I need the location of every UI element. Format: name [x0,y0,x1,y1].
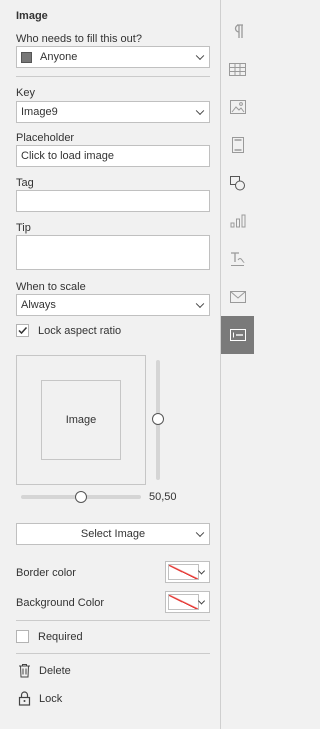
required-label: Required [38,631,83,643]
divider [16,620,210,621]
paragraph-icon [234,24,243,38]
fill-label: Who needs to fill this out? [16,33,142,45]
header-footer-icon [231,137,244,153]
checkmark-icon [18,326,28,335]
image-position-preview: Image [16,355,146,485]
border-color-picker[interactable] [165,561,210,583]
position-readout: 50,50 [149,491,177,503]
key-select-value: Image9 [21,106,58,118]
tip-textarea[interactable] [16,235,210,270]
text-art-settings-tab[interactable] [221,240,254,278]
no-color-swatch [168,564,199,580]
background-color-label: Background Color [16,597,105,609]
divider [16,653,210,654]
paragraph-settings-tab[interactable] [221,12,254,50]
no-color-swatch [168,594,199,610]
panel-title: Image [16,10,48,22]
scale-select[interactable]: Always [16,294,210,316]
lock-icon [18,691,31,706]
lock-button[interactable]: Lock [18,691,62,706]
table-settings-tab[interactable] [221,50,254,88]
placeholder-input[interactable]: Click to load image [16,145,210,167]
shape-settings-tab[interactable] [221,164,254,202]
image-placeholder-label: Image [65,414,97,426]
header-footer-settings-tab[interactable] [221,126,254,164]
trash-icon [19,664,30,678]
placeholder-input-value: Click to load image [21,150,114,162]
chevron-down-icon [195,299,205,309]
image-settings-tab[interactable] [221,88,254,126]
delete-button[interactable]: Delete [18,663,71,678]
key-label: Key [16,87,35,99]
fill-select[interactable]: Anyone [16,46,210,68]
chart-icon [230,214,245,228]
lock-aspect-checkbox[interactable] [16,324,29,337]
chevron-down-icon [195,106,205,116]
key-select[interactable]: Image9 [16,101,210,123]
table-icon [229,62,246,76]
chevron-down-icon [197,597,206,605]
lock-aspect-label: Lock aspect ratio [38,325,122,337]
chevron-down-icon [195,528,205,538]
chevron-down-icon [197,567,206,575]
role-color-swatch [21,51,32,63]
right-toolbar [220,0,254,729]
mail-merge-settings-tab[interactable] [221,278,254,316]
form-settings-tab[interactable] [221,316,254,354]
background-color-picker[interactable] [165,591,210,613]
placeholder-label: Placeholder [16,132,75,144]
scale-label: When to scale [16,281,86,293]
lock-label: Lock [39,692,63,705]
delete-label: Delete [39,664,71,677]
tip-label: Tip [16,222,31,234]
select-image-button[interactable]: Select Image [16,523,210,545]
chevron-down-icon [195,51,205,61]
tag-label: Tag [16,177,34,189]
vertical-slider-thumb[interactable] [152,413,164,425]
fill-select-value: Anyone [40,51,78,63]
shape-icon [229,175,245,190]
divider [16,76,210,77]
mail-merge-icon [229,291,246,303]
border-color-label: Border color [16,567,76,579]
form-settings-panel: Image Who needs to fill this out? Anyone… [0,0,220,729]
form-field-icon [229,329,246,341]
required-checkbox[interactable] [16,630,29,643]
image-placeholder-box: Image [41,380,121,460]
select-image-label: Select Image [80,528,146,540]
text-art-icon [231,252,245,266]
image-icon [229,100,246,114]
chart-settings-tab[interactable] [221,202,254,240]
tag-input[interactable] [16,190,210,212]
horizontal-slider-thumb[interactable] [75,491,87,503]
scale-select-value: Always [21,299,56,311]
